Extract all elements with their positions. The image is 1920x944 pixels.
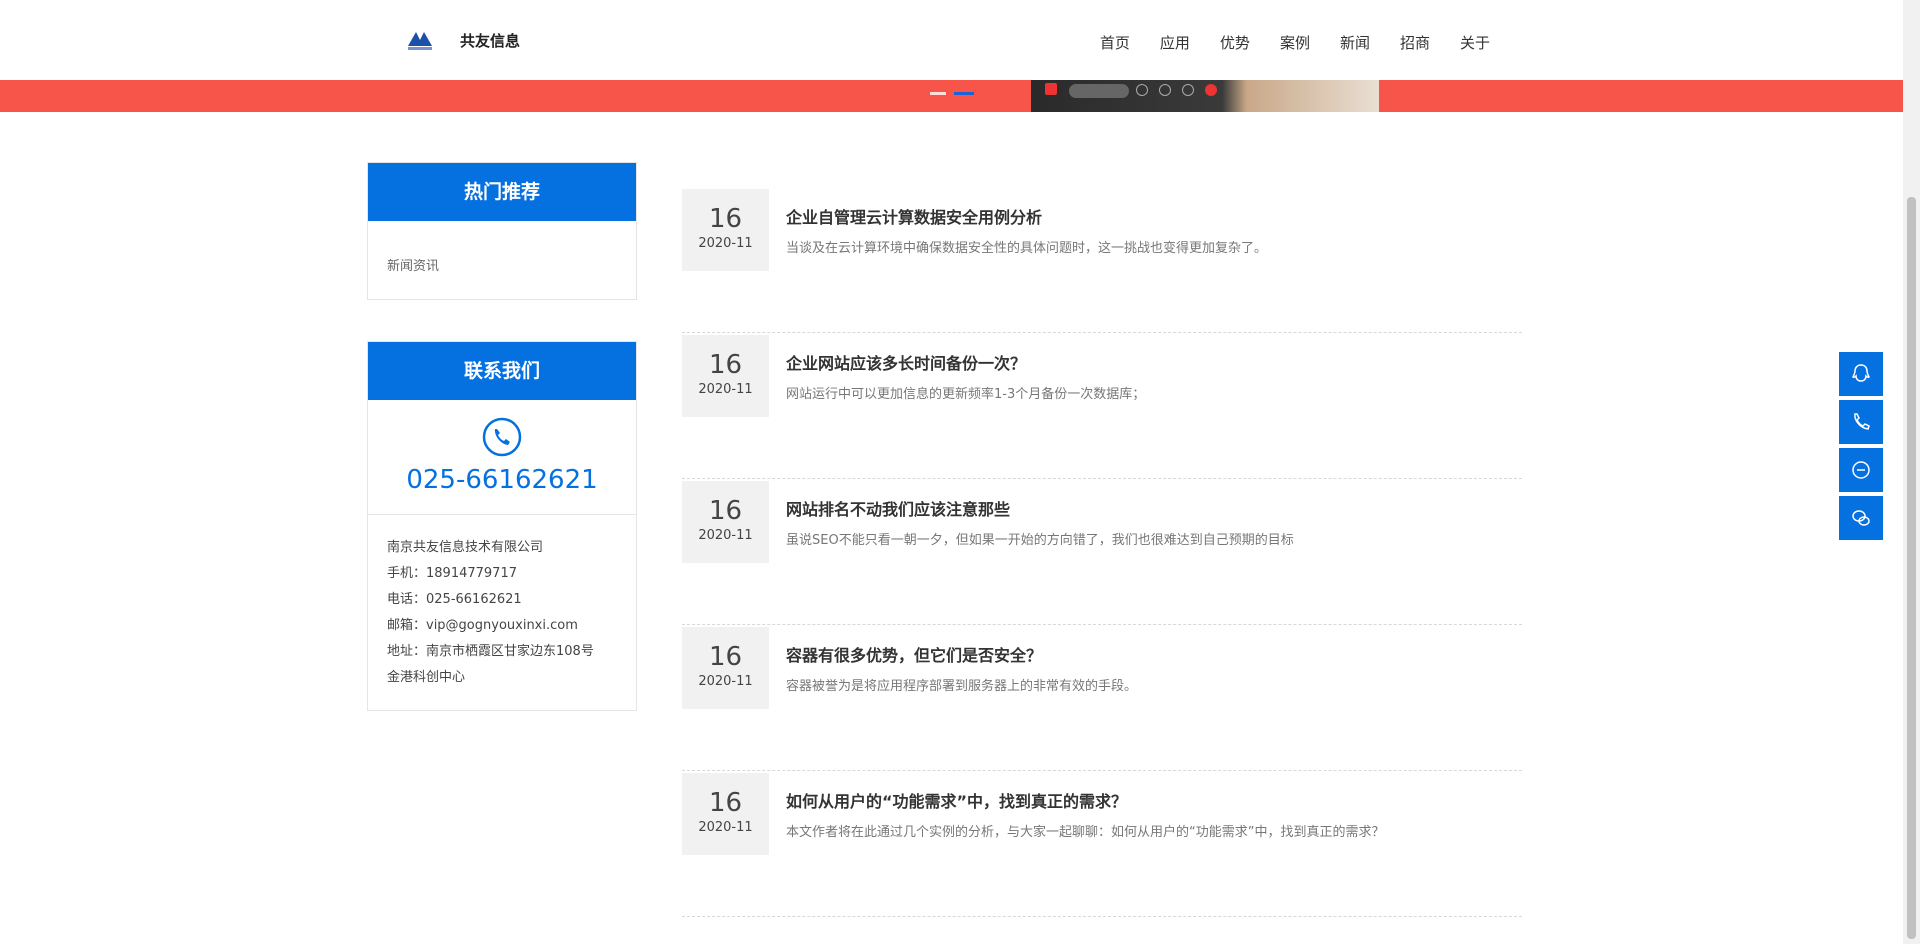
banner [0, 80, 1903, 112]
qq-icon [1852, 364, 1870, 382]
news-day: 16 [708, 642, 743, 672]
phone-area: 025-66162621 [368, 400, 636, 515]
news-summary: 当谈及在云计算环境中确保数据安全性的具体问题时，这一挑战也变得更加复杂了。 [786, 241, 1268, 256]
app-badge-icon [1045, 83, 1057, 95]
news-summary: 网站运行中可以更加信息的更新频率1-3个月备份一次数据库； [786, 387, 1146, 402]
nav-item-advantage[interactable]: 优势 [1220, 32, 1250, 53]
hot-recommend-title: 热门推荐 [368, 163, 636, 221]
news-list: 16 2020-11 企业自管理云计算数据安全用例分析 当谈及在云计算环境中确保… [682, 187, 1522, 917]
search-pill-icon [1069, 84, 1129, 98]
nav-item-about[interactable]: 关于 [1460, 32, 1490, 53]
sidebar-link-news[interactable]: 新闻资讯 [368, 221, 636, 274]
news-day: 16 [708, 788, 743, 818]
nav-item-investment[interactable]: 招商 [1400, 32, 1430, 53]
news-summary: 虽说SEO不能只看一朝一夕，但如果一开始的方向错了，我们也很难达到自己预期的目标 [786, 533, 1294, 548]
banner-image [1031, 80, 1379, 112]
main-nav: 首页 应用 优势 案例 新闻 招商 关于 [1070, 32, 1490, 53]
contact-mobile: 手机：18914779717 [387, 566, 517, 581]
banner-dot-active[interactable] [954, 92, 974, 95]
news-date: 16 2020-11 [682, 773, 769, 855]
more-icon [1136, 84, 1148, 96]
contact-address-cont: 金港科创中心 [387, 670, 466, 685]
news-summary: 容器被誉为是将应用程序部署到服务器上的非常有效的手段。 [786, 679, 1138, 694]
wechat-icon [1852, 510, 1870, 526]
floating-contact-bar [1839, 352, 1883, 544]
list-item[interactable]: 16 2020-11 如何从用户的“功能需求”中，找到真正的需求？ 本文作者将在… [682, 771, 1522, 917]
contact-tel: 电话：025-66162621 [387, 592, 522, 607]
news-year-month: 2020-11 [698, 820, 753, 835]
news-day: 16 [708, 204, 743, 234]
contact-title: 联系我们 [368, 342, 636, 400]
wechat-button[interactable] [1839, 496, 1883, 540]
nav-item-cases[interactable]: 案例 [1280, 32, 1310, 53]
record-icon [1205, 84, 1217, 96]
hot-recommend-panel: 热门推荐 新闻资讯 [367, 162, 637, 300]
list-item[interactable]: 16 2020-11 企业自管理云计算数据安全用例分析 当谈及在云计算环境中确保… [682, 187, 1522, 333]
contact-email: 邮箱：vip@gognyouxinxi.com [387, 618, 578, 633]
news-title[interactable]: 如何从用户的“功能需求”中，找到真正的需求？ [786, 788, 1127, 812]
contact-phone-number: 025-66162621 [406, 465, 598, 495]
banner-pagination [930, 92, 974, 95]
company-logo-icon[interactable] [406, 28, 434, 52]
news-date: 16 2020-11 [682, 627, 769, 709]
list-item[interactable]: 16 2020-11 容器有很多优势，但它们是否安全？ 容器被誉为是将应用程序部… [682, 625, 1522, 771]
contact-address: 地址：南京市栖霞区甘家边东108号 [387, 644, 594, 659]
news-date: 16 2020-11 [682, 481, 769, 563]
news-year-month: 2020-11 [698, 528, 753, 543]
news-date: 16 2020-11 [682, 335, 769, 417]
news-summary: 本文作者将在此通过几个实例的分析，与大家一起聊聊：如何从用户的“功能需求”中，找… [786, 825, 1385, 840]
phone-icon [482, 417, 522, 457]
scrollbar-thumb[interactable] [1907, 197, 1916, 939]
news-title[interactable]: 企业网站应该多长时间备份一次？ [786, 350, 1026, 374]
news-title[interactable]: 容器有很多优势，但它们是否安全？ [786, 642, 1042, 666]
contact-panel: 联系我们 025-66162621 南京共友信息技术有限公司 手机：189147… [367, 341, 637, 711]
list-item[interactable]: 16 2020-11 网站排名不动我们应该注意那些 虽说SEO不能只看一朝一夕，… [682, 479, 1522, 625]
news-year-month: 2020-11 [698, 674, 753, 689]
news-year-month: 2020-11 [698, 382, 753, 397]
calendar-icon [1159, 84, 1171, 96]
banner-dot[interactable] [930, 92, 946, 95]
page-scrollbar[interactable] [1903, 0, 1920, 944]
site-header: 共友信息 首页 应用 优势 案例 新闻 招商 关于 [0, 0, 1903, 80]
company-name: 南京共友信息技术有限公司 [387, 540, 544, 555]
news-title[interactable]: 企业自管理云计算数据安全用例分析 [786, 204, 1042, 228]
news-day: 16 [708, 496, 743, 526]
nav-item-home[interactable]: 首页 [1100, 32, 1130, 53]
list-item[interactable]: 16 2020-11 企业网站应该多长时间备份一次？ 网站运行中可以更加信息的更… [682, 333, 1522, 479]
nav-item-news[interactable]: 新闻 [1340, 32, 1370, 53]
news-date: 16 2020-11 [682, 189, 769, 271]
news-title[interactable]: 网站排名不动我们应该注意那些 [786, 496, 1010, 520]
chat-bubble-icon [1852, 461, 1870, 479]
news-day: 16 [708, 350, 743, 380]
calendar-icon [1182, 84, 1194, 96]
phone-icon [1854, 413, 1870, 430]
message-button[interactable] [1839, 448, 1883, 492]
phone-button[interactable] [1839, 400, 1883, 444]
contact-details: 南京共友信息技术有限公司 手机：18914779717 电话：025-66162… [368, 515, 636, 691]
qq-button[interactable] [1839, 352, 1883, 396]
brand-name[interactable]: 共友信息 [460, 30, 520, 51]
news-year-month: 2020-11 [698, 236, 753, 251]
nav-item-application[interactable]: 应用 [1160, 32, 1190, 53]
